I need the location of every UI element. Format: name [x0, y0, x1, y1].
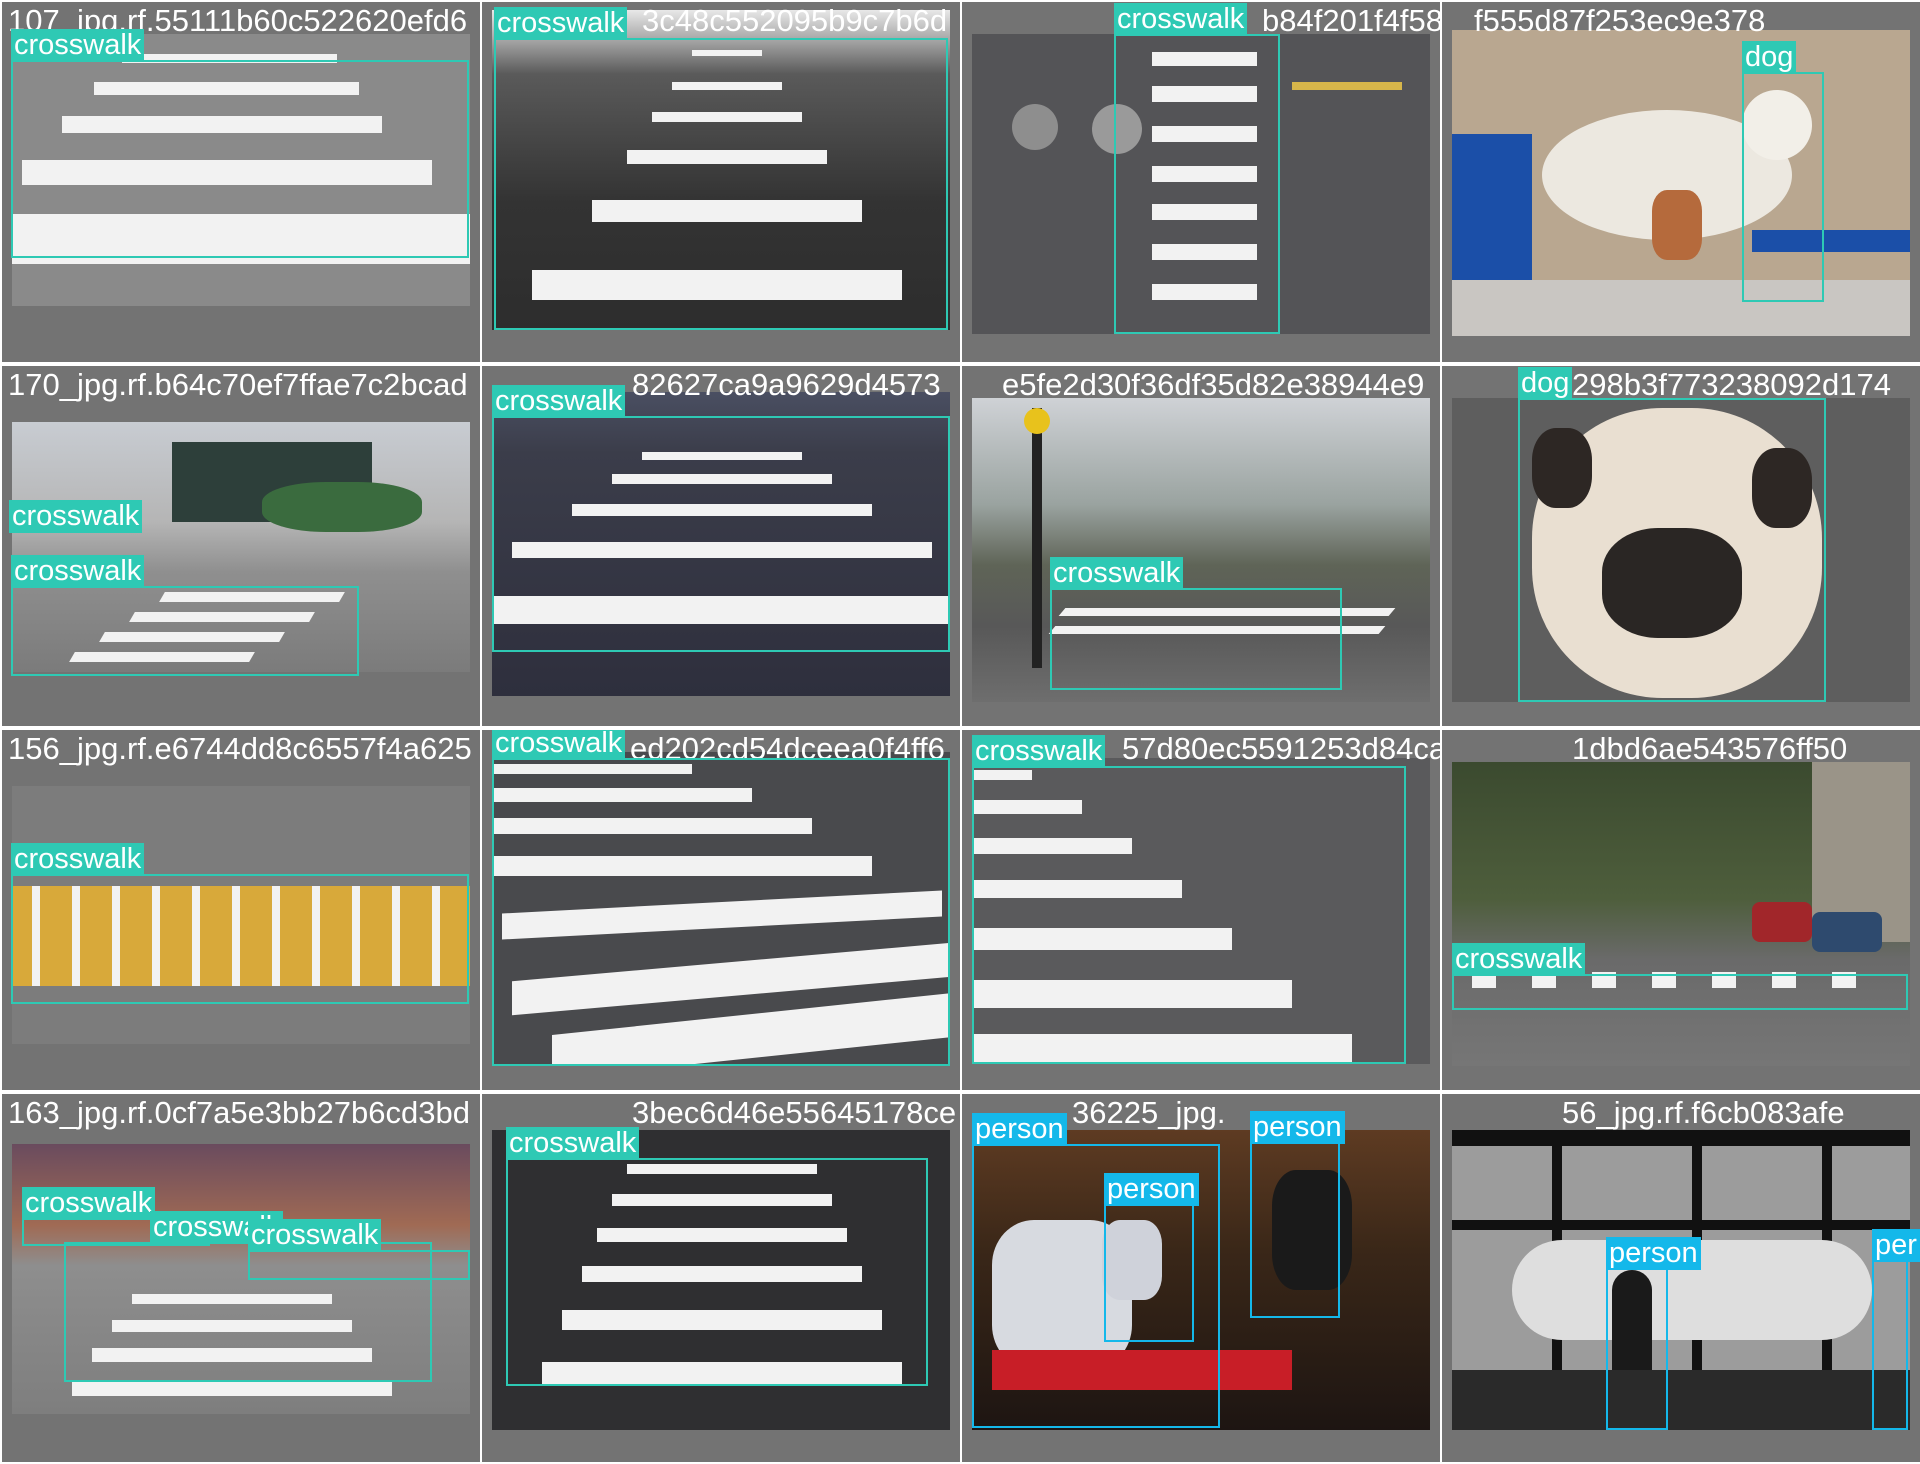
tile-15: 36225_jpg. person person person — [962, 1094, 1440, 1462]
detection-label: crosswalk — [1050, 557, 1184, 590]
detection-label: crosswalk — [494, 7, 628, 40]
title-fragment: b84f201f4f58 — [1262, 3, 1440, 38]
detection-label: person — [1104, 1173, 1199, 1206]
tile-16: 56_jpg.rf.f6cb083afe person per — [1442, 1094, 1920, 1462]
street-photo — [1452, 762, 1910, 1066]
tile-9: 156_jpg.rf.e6744dd8c6557f4a625 crosswalk — [2, 730, 480, 1090]
detection-label: crosswalk — [11, 843, 145, 876]
detection-label: crosswalk — [248, 1219, 382, 1252]
detection-label: crosswalk — [492, 385, 626, 418]
crosswalk-detection-box: crosswalk — [248, 1219, 470, 1280]
tile-6: 82627ca9a9629d4573 crosswalk — [482, 366, 960, 726]
tile-7: e5fe2d30f36df35d82e38944e9 crosswalk — [962, 366, 1440, 726]
person-detection-box: per — [1872, 1229, 1920, 1430]
detection-mosaic: 107_jpg.rf.55111b60c522620efd6 crosswalk… — [0, 0, 1920, 1464]
detection-label: dog — [1518, 367, 1573, 400]
detection-label: crosswalk — [506, 1127, 640, 1160]
airport-window-photo — [1452, 1130, 1910, 1430]
detection-label: crosswalk — [492, 730, 626, 760]
tile-1: 107_jpg.rf.55111b60c522620efd6 crosswalk — [2, 2, 480, 362]
crosswalk-detection-box: crosswalk — [506, 1127, 928, 1386]
crosswalk-detection-box: crosswalk — [1114, 3, 1280, 334]
image-filename: 170_jpg.rf.b64c70ef7ffae7c2bcad — [8, 367, 468, 402]
title-fragment: e5fe2d30f36df35d82e38944e9 — [1002, 367, 1425, 402]
dog-detection-box: dog — [1518, 367, 1826, 702]
title-fragment: 56_jpg.rf.f6cb083afe — [1562, 1095, 1845, 1130]
tile-5: 170_jpg.rf.b64c70ef7ffae7c2bcad crosswal… — [2, 366, 480, 726]
detection-label: person — [1250, 1111, 1345, 1144]
tile-13: 163_jpg.rf.0cf7a5e3bb27b6cd3bd crosswalk… — [2, 1094, 480, 1462]
tile-12: 1dbd6ae543576ff50 crosswalk — [1442, 730, 1920, 1090]
tile-2: 3c48c552095b9c7b6d crosswalk — [482, 2, 960, 362]
title-fragment: 3c48c552095b9c7b6d — [642, 3, 948, 38]
crosswalk-detection-box: crosswalk — [11, 29, 469, 258]
detection-label: per — [1872, 1229, 1920, 1262]
crosswalk-detection-box: crosswalk — [972, 735, 1406, 1064]
detection-label: crosswalk — [972, 735, 1106, 768]
crosswalk-detection-box: crosswalk — [1050, 557, 1342, 690]
image-filename: 156_jpg.rf.e6744dd8c6557f4a625 — [8, 731, 472, 766]
person-detection-box: person — [1250, 1111, 1345, 1318]
crosswalk-detection-box: crosswalk — [492, 385, 950, 652]
detection-label: crosswalk — [11, 29, 145, 62]
image-filename: 163_jpg.rf.0cf7a5e3bb27b6cd3bd — [8, 1095, 470, 1130]
detection-label: crosswalk — [1114, 3, 1248, 36]
detection-label: crosswalk — [22, 1187, 156, 1220]
title-fragment: 57d80ec5591253d84ca — [1122, 731, 1440, 766]
person-detection-box: person — [1104, 1173, 1199, 1342]
detection-label: crosswalk — [9, 500, 143, 533]
crosswalk-detection-box: crosswalk — [492, 730, 950, 1066]
detection-label: crosswalk — [1452, 943, 1586, 976]
title-fragment: 1dbd6ae543576ff50 — [1572, 731, 1848, 766]
title-fragment: 36225_jpg. — [1072, 1095, 1226, 1130]
title-fragment: 3bec6d46e55645178ce — [632, 1095, 957, 1130]
person-detection-box: person — [1606, 1237, 1701, 1430]
detection-label: person — [972, 1113, 1067, 1146]
crosswalk-detection-box: crosswalk — [11, 843, 469, 1004]
crosswalk-detection-box: crosswalk — [494, 7, 948, 330]
title-fragment: f555d87f253ec9e378 — [1474, 3, 1766, 38]
tile-4: f555d87f253ec9e378 dog — [1442, 2, 1920, 362]
tile-14: 3bec6d46e55645178ce crosswalk — [482, 1094, 960, 1462]
detection-label: crosswalk — [11, 555, 145, 588]
dog-photo — [1452, 30, 1910, 336]
crosswalk-detection-box: crosswalk — [11, 555, 359, 676]
tile-3: b84f201f4f58 crosswalk — [962, 2, 1440, 362]
tile-11: 57d80ec5591253d84ca crosswalk — [962, 730, 1440, 1090]
detection-label: person — [1606, 1237, 1701, 1270]
dog-detection-box: dog — [1742, 41, 1824, 302]
crosswalk-detection-box: crosswalk — [1452, 943, 1908, 1010]
tile-8: 298b3f773238092d174 dog — [1442, 366, 1920, 726]
title-fragment: 82627ca9a9629d4573 — [632, 367, 941, 402]
detection-label: dog — [1742, 41, 1797, 74]
tile-10: ed202cd54dceea0f4ff6 crosswalk — [482, 730, 960, 1090]
